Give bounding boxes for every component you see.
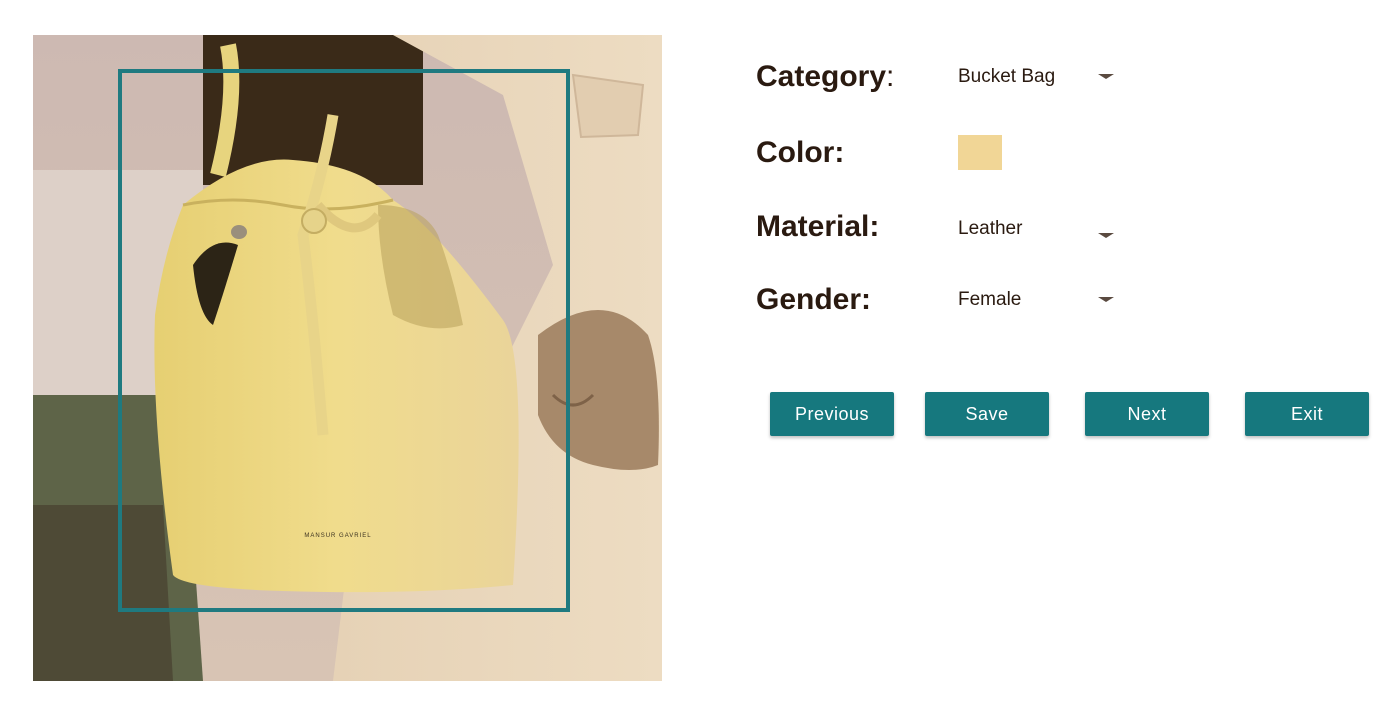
color-swatch[interactable] — [958, 135, 1002, 170]
save-button[interactable]: Save — [925, 392, 1049, 436]
attribute-form: Category: Bucket Bag Color: Material: Le… — [756, 0, 1396, 721]
exit-button[interactable]: Exit — [1245, 392, 1369, 436]
gender-select[interactable]: Female — [956, 280, 1116, 320]
category-label: Category: — [756, 60, 895, 93]
material-label: Material: — [756, 210, 880, 243]
handbag-illustration: MANSUR GAVRIEL — [33, 35, 662, 681]
gender-label: Gender: — [756, 283, 872, 316]
color-label: Color: — [756, 136, 845, 169]
annotation-tool: MANSUR GAVRIEL Category: Bucket Bag Colo… — [0, 0, 1400, 721]
color-row: Color: — [756, 133, 1356, 173]
category-row: Category: Bucket Bag — [756, 57, 1356, 97]
chevron-down-icon[interactable] — [1098, 297, 1114, 302]
previous-button[interactable]: Previous — [770, 392, 894, 436]
category-select[interactable]: Bucket Bag — [956, 57, 1116, 97]
material-select[interactable]: Leather — [956, 209, 1116, 249]
material-value: Leather — [958, 218, 1023, 239]
material-row: Material: Leather — [756, 207, 1356, 247]
brand-text: MANSUR GAVRIEL — [304, 533, 371, 539]
gender-value: Female — [958, 289, 1022, 310]
product-photo: MANSUR GAVRIEL — [33, 35, 662, 681]
chevron-down-icon[interactable] — [1098, 74, 1114, 79]
category-value: Bucket Bag — [958, 66, 1056, 87]
chevron-down-icon[interactable] — [1098, 233, 1114, 238]
next-button[interactable]: Next — [1085, 392, 1209, 436]
gender-row: Gender: Female — [756, 280, 1356, 320]
